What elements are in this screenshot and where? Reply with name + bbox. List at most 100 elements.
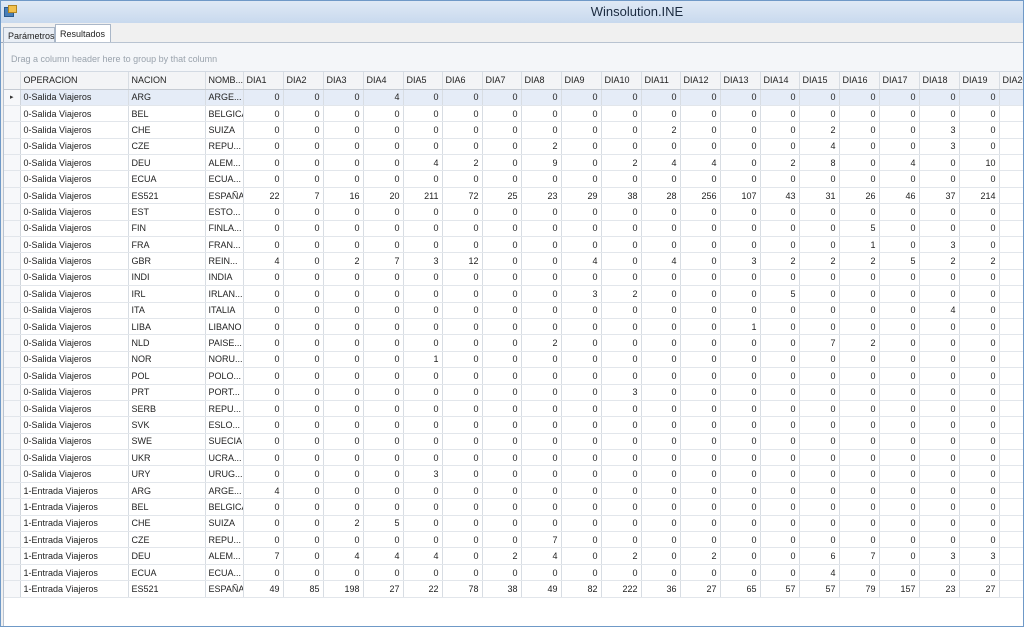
row-indicator[interactable] xyxy=(4,285,21,303)
cell-dia20[interactable] xyxy=(999,236,1023,254)
cell-dia20[interactable] xyxy=(999,105,1023,123)
cell-dia18[interactable]: 0 xyxy=(919,465,960,483)
cell-dia17[interactable]: 0 xyxy=(879,220,920,238)
cell-nacion[interactable]: POL xyxy=(128,367,206,385)
cell-operacion[interactable]: 0-Salida Viajeros xyxy=(20,105,129,123)
cell-nacion[interactable]: PRT xyxy=(128,384,206,401)
column-header-nacion[interactable]: NACION xyxy=(128,72,206,90)
cell-nombre[interactable]: ALEM... xyxy=(205,154,244,172)
cell-nacion[interactable]: ES521 xyxy=(128,187,206,205)
cell-dia12[interactable]: 0 xyxy=(680,269,721,287)
cell-dia16[interactable]: 0 xyxy=(839,384,880,401)
cell-dia6[interactable]: 0 xyxy=(442,416,483,434)
cell-nombre[interactable]: ARGE... xyxy=(205,482,244,500)
cell-dia11[interactable]: 0 xyxy=(641,318,681,336)
cell-nombre[interactable]: LIBANO xyxy=(205,318,244,336)
cell-dia15[interactable]: 8 xyxy=(799,154,840,172)
cell-dia2[interactable]: 0 xyxy=(283,170,324,188)
cell-dia19[interactable]: 0 xyxy=(959,203,1000,221)
cell-dia3[interactable]: 0 xyxy=(323,482,364,500)
row-indicator[interactable] xyxy=(4,416,21,434)
cell-operacion[interactable]: 0-Salida Viajeros xyxy=(20,89,129,106)
cell-dia8[interactable]: 0 xyxy=(521,269,562,287)
cell-dia7[interactable]: 2 xyxy=(482,547,522,565)
cell-dia2[interactable]: 0 xyxy=(283,89,324,106)
cell-dia8[interactable]: 0 xyxy=(521,482,562,500)
column-header-dia7[interactable]: DIA7 xyxy=(482,72,522,90)
table-row[interactable]: 1-Entrada Viajeros CZE REPU... 0 0 0 0 0 0 0 7 0 0 0 0… xyxy=(4,531,1023,549)
cell-dia14[interactable]: 2 xyxy=(760,252,800,270)
cell-dia2[interactable]: 85 xyxy=(283,580,324,598)
cell-dia15[interactable]: 0 xyxy=(799,203,840,221)
cell-dia10[interactable]: 0 xyxy=(601,318,642,336)
cell-dia4[interactable]: 0 xyxy=(363,416,404,434)
cell-dia14[interactable]: 0 xyxy=(760,367,800,385)
cell-dia8[interactable]: 0 xyxy=(521,89,562,106)
cell-dia1[interactable]: 0 xyxy=(243,318,284,336)
cell-dia6[interactable]: 0 xyxy=(442,105,483,123)
column-header-dia4[interactable]: DIA4 xyxy=(363,72,404,90)
cell-nombre[interactable]: SUIZA xyxy=(205,515,244,533)
cell-dia4[interactable]: 27 xyxy=(363,580,404,598)
cell-dia8[interactable]: 49 xyxy=(521,580,562,598)
cell-dia18[interactable]: 0 xyxy=(919,531,960,549)
cell-dia10[interactable]: 0 xyxy=(601,449,642,467)
cell-dia19[interactable]: 0 xyxy=(959,367,1000,385)
cell-dia7[interactable]: 0 xyxy=(482,138,522,156)
cell-dia5[interactable]: 0 xyxy=(403,318,443,336)
table-row[interactable]: 0-Salida Viajeros GBR REIN... 4 0 2 7 3 12 0 0 4 0 4 0… xyxy=(4,252,1023,270)
cell-dia4[interactable]: 7 xyxy=(363,252,404,270)
results-grid[interactable]: OPERACION NACION NOMB... DIA1 DIA2 DIA3 DIA4 DI… xyxy=(4,72,1023,598)
cell-dia15[interactable]: 4 xyxy=(799,564,840,582)
cell-dia5[interactable]: 0 xyxy=(403,269,443,287)
cell-dia18[interactable]: 0 xyxy=(919,416,960,434)
cell-dia6[interactable]: 0 xyxy=(442,220,483,238)
cell-dia7[interactable]: 0 xyxy=(482,89,522,106)
cell-dia4[interactable]: 0 xyxy=(363,498,404,516)
cell-dia6[interactable]: 0 xyxy=(442,89,483,106)
cell-dia5[interactable]: 3 xyxy=(403,465,443,483)
cell-dia9[interactable]: 0 xyxy=(561,515,602,533)
cell-dia13[interactable]: 0 xyxy=(720,154,761,172)
cell-dia20[interactable] xyxy=(999,433,1023,451)
cell-nombre[interactable]: POLO... xyxy=(205,367,244,385)
cell-dia8[interactable]: 4 xyxy=(521,547,562,565)
cell-operacion[interactable]: 1-Entrada Viajeros xyxy=(20,482,129,500)
cell-dia3[interactable]: 0 xyxy=(323,334,364,352)
table-row[interactable]: 0-Salida Viajeros ECUA ECUA... 0 0 0 0 0 0 0 0 0 0 0 0… xyxy=(4,170,1023,188)
cell-dia10[interactable]: 0 xyxy=(601,433,642,451)
cell-dia17[interactable]: 0 xyxy=(879,318,920,336)
cell-dia2[interactable]: 0 xyxy=(283,351,324,369)
cell-dia3[interactable]: 0 xyxy=(323,400,364,418)
cell-dia4[interactable]: 5 xyxy=(363,515,404,533)
cell-nacion[interactable]: ECUA xyxy=(128,564,206,582)
cell-dia8[interactable]: 0 xyxy=(521,564,562,582)
cell-nacion[interactable]: LIBA xyxy=(128,318,206,336)
cell-dia20[interactable] xyxy=(999,138,1023,156)
column-header-dia6[interactable]: DIA6 xyxy=(442,72,483,90)
cell-dia14[interactable]: 0 xyxy=(760,121,800,139)
cell-dia15[interactable]: 0 xyxy=(799,170,840,188)
cell-dia17[interactable]: 0 xyxy=(879,433,920,451)
row-indicator[interactable] xyxy=(4,580,21,598)
cell-dia16[interactable]: 2 xyxy=(839,252,880,270)
cell-dia1[interactable]: 0 xyxy=(243,498,284,516)
cell-dia4[interactable]: 0 xyxy=(363,269,404,287)
cell-nombre[interactable]: SUECIA xyxy=(205,433,244,451)
cell-dia6[interactable]: 0 xyxy=(442,564,483,582)
cell-dia7[interactable]: 0 xyxy=(482,367,522,385)
cell-dia4[interactable]: 20 xyxy=(363,187,404,205)
table-row[interactable]: 0-Salida Viajeros CZE REPU... 0 0 0 0 0 0 0 2 0 0 0 0 0… xyxy=(4,138,1023,156)
cell-dia3[interactable]: 0 xyxy=(323,433,364,451)
cell-dia13[interactable]: 0 xyxy=(720,351,761,369)
cell-dia15[interactable]: 2 xyxy=(799,252,840,270)
cell-dia19[interactable]: 0 xyxy=(959,531,1000,549)
cell-dia18[interactable]: 0 xyxy=(919,515,960,533)
cell-dia20[interactable] xyxy=(999,170,1023,188)
cell-nombre[interactable]: SUIZA xyxy=(205,121,244,139)
cell-dia5[interactable]: 0 xyxy=(403,515,443,533)
cell-dia5[interactable]: 4 xyxy=(403,154,443,172)
row-indicator[interactable] xyxy=(4,449,21,467)
cell-dia12[interactable]: 0 xyxy=(680,465,721,483)
cell-dia18[interactable]: 0 xyxy=(919,285,960,303)
